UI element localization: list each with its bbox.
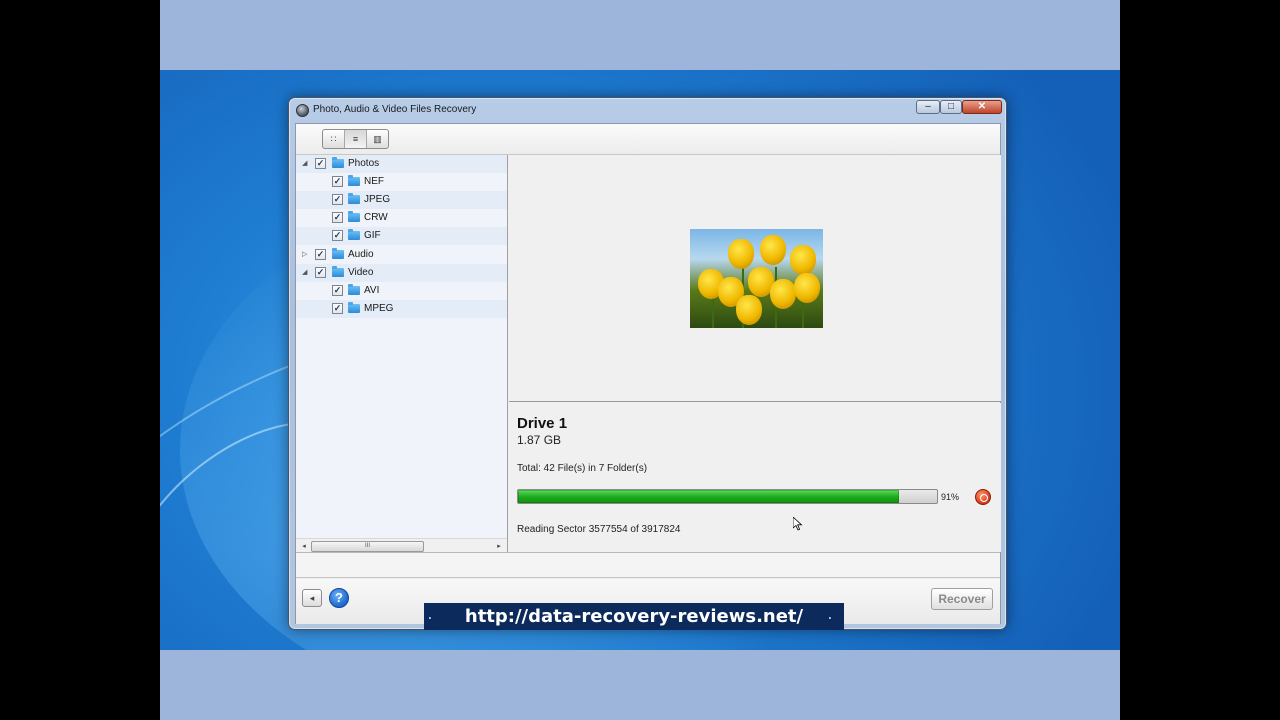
- tree-item-label: GIF: [364, 230, 381, 241]
- preview-pane: [509, 155, 1001, 402]
- close-button[interactable]: ✕: [962, 100, 1002, 114]
- folder-icon: [348, 229, 360, 240]
- url-banner: . http://data-recovery-reviews.net/ .: [424, 603, 844, 630]
- tree-item-label: Video: [348, 267, 374, 278]
- scan-progress-fill: [518, 490, 900, 503]
- folder-tree: ◢ ✓ Photos ✓ NEF ✓ JPEG ✓ CRW ✓ GIF ▷ ✓ …: [296, 155, 508, 555]
- checkbox[interactable]: ✓: [332, 176, 343, 187]
- checkbox[interactable]: ✓: [332, 194, 343, 205]
- checkbox[interactable]: ✓: [315, 267, 326, 278]
- drive-title: Drive 1: [517, 415, 568, 432]
- checkbox[interactable]: ✓: [332, 212, 343, 223]
- thumbnails-view-icon[interactable]: ∷: [323, 130, 345, 148]
- tree-item-jpeg[interactable]: ✓ JPEG: [296, 191, 507, 209]
- tree-item-label: CRW: [364, 212, 388, 223]
- folder-icon: [332, 248, 344, 259]
- drive-size: 1.87 GB: [517, 433, 562, 447]
- tree-item-label: AVI: [364, 285, 380, 296]
- tree-item-video[interactable]: ◢ ✓ Video: [296, 264, 507, 282]
- app-window: Photo, Audio & Video Files Recovery – □ …: [288, 97, 1007, 630]
- tree-item-audio[interactable]: ▷ ✓ Audio: [296, 246, 507, 264]
- folder-icon: [348, 175, 360, 186]
- tulip: [770, 279, 796, 309]
- folder-icon: [348, 302, 360, 313]
- tree-item-photos[interactable]: ◢ ✓ Photos: [296, 155, 507, 173]
- maximize-button[interactable]: □: [940, 100, 962, 114]
- folder-icon: [348, 193, 360, 204]
- tulip: [790, 245, 816, 275]
- tulip: [736, 295, 762, 325]
- checkbox[interactable]: ✓: [315, 249, 326, 260]
- toolbar: ∷ ≡ ▥: [296, 124, 1000, 155]
- tulip: [728, 239, 754, 269]
- scan-info-panel: Drive 1 1.87 GB Total: 42 File(s) in 7 F…: [509, 403, 1001, 552]
- title-bar[interactable]: Photo, Audio & Video Files Recovery – □ …: [289, 98, 1006, 122]
- view-mode-switcher: ∷ ≡ ▥: [322, 129, 389, 149]
- folder-icon: [348, 211, 360, 222]
- window-client-area: ∷ ≡ ▥ ◢ ✓ Photos ✓ NEF ✓ JPEG ✓ CRW ✓ GI…: [295, 123, 1001, 624]
- stop-scan-icon[interactable]: [975, 489, 991, 505]
- folder-icon: [348, 284, 360, 295]
- scan-progress-bar: [517, 489, 938, 504]
- tree-item-crw[interactable]: ✓ CRW: [296, 209, 507, 227]
- app-icon: [296, 104, 309, 117]
- tree-item-label: Audio: [348, 249, 374, 260]
- tree-item-label: NEF: [364, 176, 384, 187]
- recover-button[interactable]: Recover: [931, 588, 993, 610]
- expand-arrow-icon[interactable]: ◢: [302, 268, 310, 276]
- mouse-cursor-icon: [793, 517, 803, 531]
- expand-arrow-icon[interactable]: ◢: [302, 159, 310, 167]
- list-view-icon[interactable]: ≡: [345, 130, 367, 148]
- scroll-right-icon[interactable]: ▸: [493, 541, 505, 552]
- reading-sector-status: Reading Sector 3577554 of 3917824: [517, 524, 681, 535]
- checkbox[interactable]: ✓: [332, 230, 343, 241]
- folder-icon: [332, 266, 344, 277]
- tree-item-gif[interactable]: ✓ GIF: [296, 227, 507, 245]
- tulip: [760, 235, 786, 265]
- banner-dot: .: [828, 611, 832, 622]
- progress-percent: 91%: [941, 492, 960, 502]
- status-strip: [296, 552, 1000, 578]
- checkbox[interactable]: ✓: [315, 158, 326, 169]
- tree-item-label: MPEG: [364, 303, 394, 314]
- checkbox[interactable]: ✓: [332, 285, 343, 296]
- folder-icon: [332, 157, 344, 168]
- banner-dot: .: [428, 611, 432, 622]
- back-button[interactable]: ◂: [302, 589, 322, 607]
- url-text: http://data-recovery-reviews.net/: [464, 606, 804, 627]
- collapse-arrow-icon[interactable]: ▷: [302, 250, 310, 258]
- tree-item-mpeg[interactable]: ✓ MPEG: [296, 300, 507, 318]
- total-summary: Total: 42 File(s) in 7 Folder(s): [517, 463, 648, 474]
- filmstrip-view-icon[interactable]: ▥: [367, 130, 388, 148]
- help-icon[interactable]: ?: [329, 588, 349, 608]
- scroll-left-icon[interactable]: ◂: [298, 541, 310, 552]
- tree-item-label: JPEG: [364, 194, 391, 205]
- tulip: [794, 273, 820, 303]
- minimize-button[interactable]: –: [916, 100, 940, 114]
- checkbox[interactable]: ✓: [332, 303, 343, 314]
- tree-item-label: Photos: [348, 158, 380, 169]
- window-title: Photo, Audio & Video Files Recovery: [313, 104, 477, 115]
- preview-image-tulips[interactable]: [690, 229, 823, 328]
- scroll-thumb[interactable]: III: [311, 541, 424, 552]
- tree-item-nef[interactable]: ✓ NEF: [296, 173, 507, 191]
- tree-item-avi[interactable]: ✓ AVI: [296, 282, 507, 300]
